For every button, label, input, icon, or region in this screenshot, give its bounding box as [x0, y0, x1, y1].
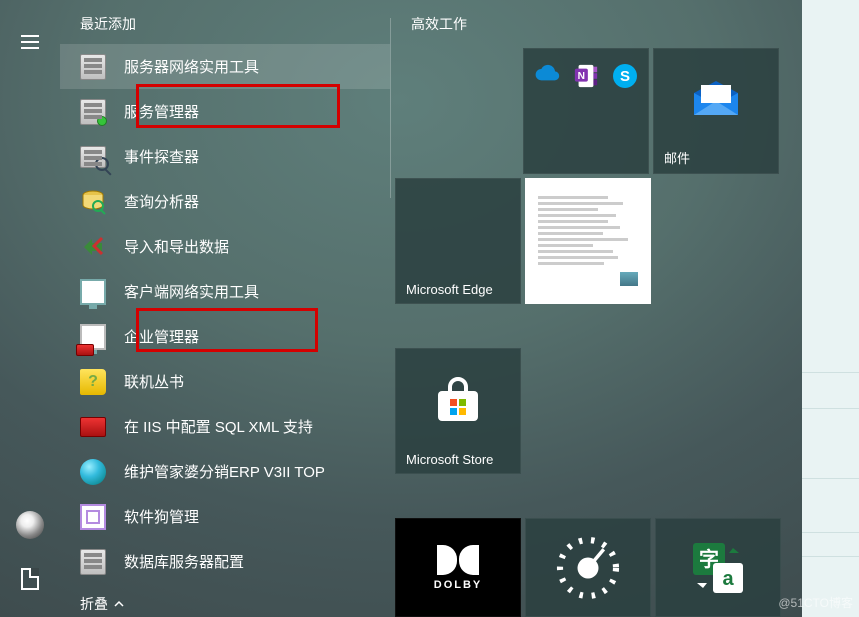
- app-item-label: 导入和导出数据: [124, 236, 229, 257]
- skype-icon: S: [612, 63, 638, 89]
- app-item-label: 在 IIS 中配置 SQL XML 支持: [124, 416, 313, 437]
- svg-text:N: N: [578, 71, 585, 82]
- tile-document-preview[interactable]: [525, 178, 651, 304]
- enterprise-manager-icon: [78, 322, 108, 352]
- books-online-icon: [78, 367, 108, 397]
- dts-icon: [78, 232, 108, 262]
- onenote-icon: N: [574, 63, 598, 89]
- server-network-icon: [78, 52, 108, 82]
- translate-icon: 字 a: [691, 541, 745, 595]
- app-item-books-online[interactable]: 联机丛书: [60, 359, 390, 404]
- app-item-label: 企业管理器: [124, 326, 199, 347]
- documents-button[interactable]: [6, 555, 54, 603]
- app-item-service-manager[interactable]: 服务管理器: [60, 89, 390, 134]
- query-analyzer-icon: [78, 187, 108, 217]
- app-item-import-export[interactable]: 导入和导出数据: [60, 224, 390, 269]
- app-item-label: 客户端网络实用工具: [124, 281, 259, 302]
- recently-added-header: 最近添加: [60, 14, 390, 44]
- avatar-icon: [16, 511, 44, 539]
- app-item-profiler[interactable]: 事件探查器: [60, 134, 390, 179]
- collapse-button[interactable]: 折叠: [60, 584, 390, 617]
- expand-button[interactable]: [6, 18, 54, 66]
- db-server-config-icon: [78, 547, 108, 577]
- tiles-panel: 高效工作 N S 邮件 Microsoft E: [391, 0, 802, 617]
- app-item-server-network-utility[interactable]: 服务器网络实用工具: [60, 44, 390, 89]
- profiler-icon: [78, 142, 108, 172]
- app-item-label: 联机丛书: [124, 371, 184, 392]
- store-icon: [432, 375, 484, 427]
- svg-text:S: S: [620, 68, 630, 85]
- app-item-label: 服务器网络实用工具: [124, 56, 259, 77]
- app-item-label: 查询分析器: [124, 191, 199, 212]
- svg-text:a: a: [722, 568, 734, 590]
- start-rail: [0, 0, 60, 617]
- tile-edge[interactable]: Microsoft Edge: [395, 178, 521, 304]
- app-item-maintain-erp[interactable]: 维护管家婆分销ERP V3II TOP: [60, 449, 390, 494]
- mail-icon: [692, 79, 740, 119]
- app-item-label: 服务管理器: [124, 101, 199, 122]
- tile-store[interactable]: Microsoft Store: [395, 348, 521, 474]
- onedrive-icon: [534, 63, 560, 83]
- tile-mail-label: 邮件: [654, 148, 778, 173]
- tile-edge-label: Microsoft Edge: [396, 282, 520, 303]
- client-network-icon: [78, 277, 108, 307]
- dongle-manager-icon: [78, 502, 108, 532]
- tile-translate[interactable]: 字 a: [655, 518, 781, 617]
- app-item-client-network-utility[interactable]: 客户端网络实用工具: [60, 269, 390, 314]
- tile-dolby[interactable]: DOLBY: [395, 518, 521, 617]
- document-icon: [21, 568, 39, 590]
- user-avatar-button[interactable]: [6, 501, 54, 549]
- maintain-erp-icon: [78, 457, 108, 487]
- app-item-label: 事件探查器: [124, 146, 199, 167]
- iis-sqlxml-icon: [78, 412, 108, 442]
- service-manager-icon: [78, 97, 108, 127]
- collapse-label: 折叠: [80, 594, 108, 614]
- app-item-enterprise-manager[interactable]: 企业管理器: [60, 314, 390, 359]
- hamburger-icon: [21, 35, 39, 49]
- tile-store-label: Microsoft Store: [396, 452, 520, 473]
- tile-office-bundle[interactable]: N S: [523, 48, 649, 174]
- app-item-label: 维护管家婆分销ERP V3II TOP: [124, 461, 325, 482]
- app-item-db-server-config[interactable]: 数据库服务器配置: [60, 539, 390, 584]
- tile-performance[interactable]: [525, 518, 651, 617]
- tile-mail[interactable]: 邮件: [653, 48, 779, 174]
- start-menu: 最近添加 服务器网络实用工具 服务管理器 事件探查器 查询分析器 导入和导出数据…: [0, 0, 802, 617]
- gauge-icon: [553, 533, 623, 603]
- tile-group-label: 高效工作: [409, 14, 802, 50]
- app-list: 最近添加 服务器网络实用工具 服务管理器 事件探查器 查询分析器 导入和导出数据…: [60, 0, 390, 617]
- app-item-dongle-manager[interactable]: 软件狗管理: [60, 494, 390, 539]
- app-item-label: 软件狗管理: [124, 506, 199, 527]
- app-item-query-analyzer[interactable]: 查询分析器: [60, 179, 390, 224]
- chevron-up-icon: [114, 599, 124, 609]
- app-item-label: 数据库服务器配置: [124, 551, 244, 572]
- app-item-iis-sqlxml[interactable]: 在 IIS 中配置 SQL XML 支持: [60, 404, 390, 449]
- desktop-background-strip: [802, 0, 859, 617]
